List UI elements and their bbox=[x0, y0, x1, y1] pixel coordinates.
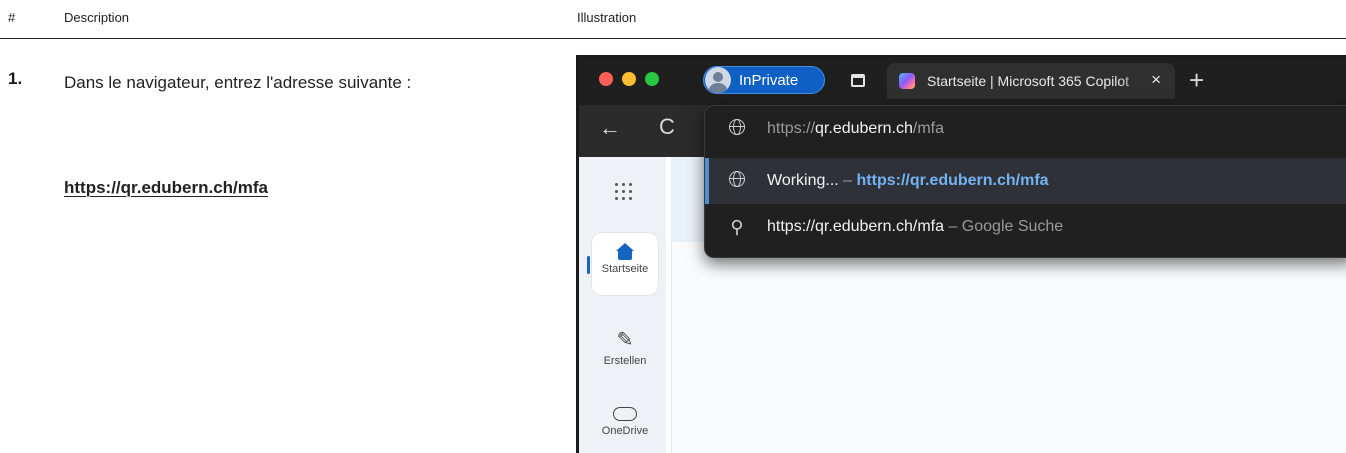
column-header-description: Description bbox=[64, 10, 130, 25]
app-launcher-icon[interactable] bbox=[615, 183, 633, 201]
suggestion-row[interactable]: Working... – https://qr.edubern.ch/mfa bbox=[705, 158, 1346, 204]
suggestion-separator: – bbox=[838, 172, 857, 189]
suggestion-link: Google Suche bbox=[961, 218, 1064, 235]
avatar-icon bbox=[705, 67, 731, 93]
column-header-number: # bbox=[8, 10, 16, 25]
suggestion-prefix: https://qr.edubern.ch/mfa bbox=[767, 218, 944, 235]
step-url-link[interactable]: https://qr.edubern.ch/mfa bbox=[64, 178, 268, 198]
minimize-window-dot[interactable] bbox=[622, 72, 636, 86]
address-bar-dropdown: https://qr.edubern.ch/mfa Working... – h… bbox=[704, 105, 1346, 258]
address-input[interactable]: https://qr.edubern.ch/mfa bbox=[705, 106, 1346, 152]
tab-title: Startseite | Microsoft 365 Copilot bbox=[927, 73, 1130, 89]
browser-titlebar: InPrivate Startseite | Microsoft 365 Cop… bbox=[579, 57, 1346, 105]
maximize-window-dot[interactable] bbox=[645, 72, 659, 86]
suggestion-separator: – bbox=[944, 218, 962, 235]
sidebar-item-onedrive[interactable]: OneDrive bbox=[592, 389, 658, 437]
active-indicator bbox=[587, 256, 590, 274]
search-icon: ⚲ bbox=[730, 216, 744, 237]
tab-close-icon[interactable]: × bbox=[1151, 70, 1161, 90]
copilot-icon bbox=[899, 73, 915, 89]
globe-icon bbox=[729, 170, 745, 187]
globe-icon bbox=[729, 118, 745, 135]
inprivate-profile-button[interactable]: InPrivate bbox=[703, 66, 825, 94]
browser-screenshot: InPrivate Startseite | Microsoft 365 Cop… bbox=[576, 55, 1346, 453]
pen-icon: ✎ bbox=[616, 329, 634, 351]
close-window-dot[interactable] bbox=[599, 72, 613, 86]
suggestion-row[interactable]: ⚲ https://qr.edubern.ch/mfa – Google Suc… bbox=[705, 204, 1346, 250]
step-number: 1. bbox=[8, 69, 23, 88]
sidebar-item-label: Startseite bbox=[601, 263, 649, 275]
new-tab-icon[interactable]: + bbox=[1189, 65, 1204, 96]
address-scheme: https:// bbox=[767, 120, 816, 137]
suggestion-prefix: Working... bbox=[767, 172, 839, 189]
reload-icon[interactable]: C bbox=[659, 114, 675, 140]
header-divider bbox=[0, 38, 1346, 39]
address-path: /mfa bbox=[912, 120, 945, 137]
sidebar-item-label: Erstellen bbox=[603, 355, 647, 367]
sidebar-item-erstellen[interactable]: ✎ Erstellen bbox=[592, 317, 658, 367]
browser-tab[interactable]: Startseite | Microsoft 365 Copilot × bbox=[887, 63, 1175, 99]
sidebar-item-startseite[interactable]: Startseite bbox=[592, 233, 658, 295]
address-host: qr.edubern.ch bbox=[815, 120, 913, 137]
column-header-illustration: Illustration bbox=[577, 10, 637, 25]
sidebar-item-label: OneDrive bbox=[601, 425, 649, 437]
cloud-icon bbox=[613, 407, 637, 421]
tab-actions-icon[interactable] bbox=[851, 74, 865, 87]
home-icon bbox=[616, 243, 634, 260]
inprivate-label: InPrivate bbox=[739, 71, 799, 89]
back-arrow-icon[interactable]: ← bbox=[599, 115, 621, 141]
step-instruction: Dans le navigateur, entrez l'adresse sui… bbox=[64, 73, 412, 92]
suggestion-link: https://qr.edubern.ch/mfa bbox=[856, 172, 1049, 189]
page-sidebar: Startseite ✎ Erstellen OneDrive bbox=[579, 157, 666, 453]
